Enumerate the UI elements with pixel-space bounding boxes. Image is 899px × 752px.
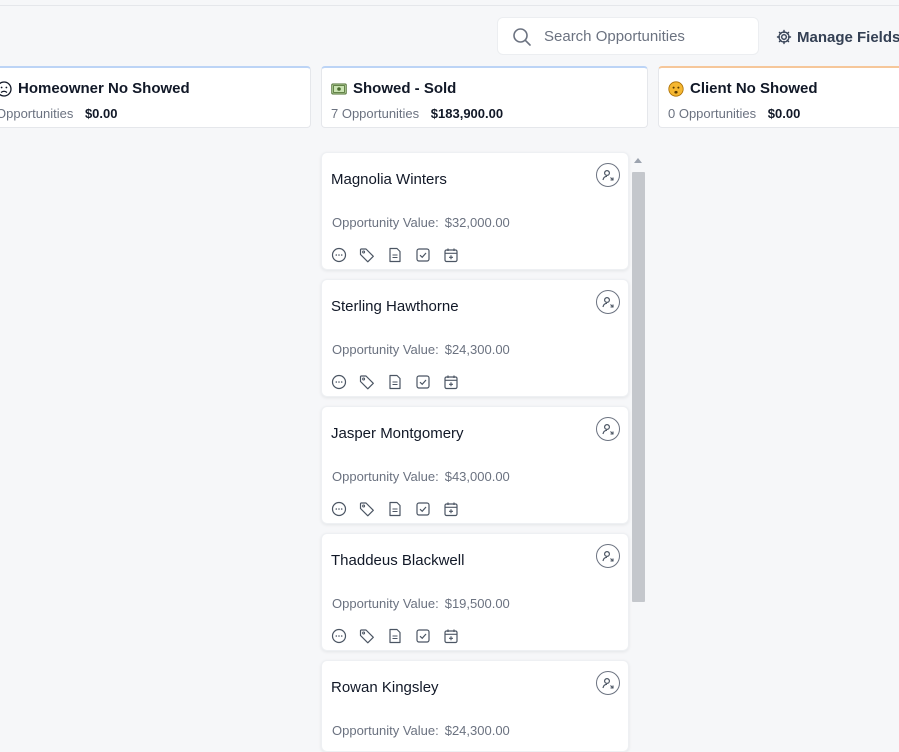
- card-actions: [331, 374, 459, 390]
- opportunity-value: Opportunity Value: $32,000.00: [332, 215, 510, 230]
- tag-icon[interactable]: [359, 501, 375, 517]
- opportunity-value-amount: $43,000.00: [444, 469, 510, 484]
- opportunity-value-label: Opportunity Value:: [332, 596, 439, 611]
- manage-fields-label: Manage Fields: [797, 28, 899, 46]
- top-divider: [0, 5, 899, 6]
- scroll-up-arrow-icon[interactable]: [634, 158, 642, 163]
- opportunity-card[interactable]: Rowan Kingsley Opportunity Value: $24,300…: [321, 660, 629, 752]
- opportunity-value: Opportunity Value: $24,300.00: [332, 723, 510, 738]
- opportunity-name[interactable]: Rowan Kingsley: [331, 679, 439, 696]
- note-icon[interactable]: [387, 501, 403, 517]
- task-icon[interactable]: [415, 247, 431, 263]
- opportunity-card[interactable]: Magnolia Winters Opportunity Value: $32,0…: [321, 152, 629, 270]
- column-total: $183,900.00: [430, 106, 504, 121]
- column-total: $0.00: [84, 106, 118, 121]
- task-icon[interactable]: [415, 374, 431, 390]
- opportunity-value: Opportunity Value: $24,300.00: [332, 342, 510, 357]
- sad-face-icon: [0, 80, 12, 97]
- scrollbar-thumb[interactable]: [632, 172, 645, 602]
- opportunity-name[interactable]: Jasper Montgomery: [331, 425, 464, 442]
- chat-icon[interactable]: [331, 374, 347, 390]
- column-title: Showed - Sold: [353, 80, 457, 97]
- tag-icon[interactable]: [359, 247, 375, 263]
- opportunity-value-label: Opportunity Value:: [332, 723, 439, 738]
- opportunity-count: 0 Opportunities: [668, 106, 757, 121]
- assign-user-button[interactable]: [596, 544, 620, 568]
- card-list-scrollbar[interactable]: [631, 156, 646, 752]
- column-header-client-no-showed: Client No Showed 0 Opportunities $0.00: [658, 66, 899, 128]
- search-icon: [513, 28, 531, 46]
- note-icon[interactable]: [387, 628, 403, 644]
- calendar-icon[interactable]: [443, 374, 459, 390]
- column-title: Homeowner No Showed: [18, 80, 190, 97]
- assign-user-button[interactable]: [596, 290, 620, 314]
- assign-user-button[interactable]: [596, 671, 620, 695]
- note-icon[interactable]: [387, 374, 403, 390]
- column-header-homeowner-no-showed: Homeowner No Showed Opportunities $0.00: [0, 66, 311, 128]
- opportunity-name[interactable]: Thaddeus Blackwell: [331, 552, 464, 569]
- opportunity-value-amount: $24,300.00: [444, 342, 510, 357]
- opportunity-value-label: Opportunity Value:: [332, 215, 439, 230]
- opportunity-value-label: Opportunity Value:: [332, 342, 439, 357]
- assign-user-icon: [602, 550, 614, 562]
- opportunity-value-amount: $32,000.00: [444, 215, 510, 230]
- task-icon[interactable]: [415, 501, 431, 517]
- opportunity-card[interactable]: Thaddeus Blackwell Opportunity Value: $19…: [321, 533, 629, 651]
- chat-icon[interactable]: [331, 628, 347, 644]
- column-header-showed-sold: Showed - Sold 7 Opportunities $183,900.0…: [321, 66, 648, 128]
- worried-face-icon: [668, 80, 684, 97]
- card-actions: [331, 628, 459, 644]
- manage-fields-button[interactable]: Manage Fields: [776, 26, 899, 48]
- assign-user-icon: [602, 169, 614, 181]
- card-actions: [331, 247, 459, 263]
- chat-icon[interactable]: [331, 501, 347, 517]
- opportunity-value-label: Opportunity Value:: [332, 469, 439, 484]
- column-total: $0.00: [767, 106, 801, 121]
- assign-user-icon: [602, 677, 614, 689]
- card-actions: [331, 501, 459, 517]
- tag-icon[interactable]: [359, 374, 375, 390]
- assign-user-button[interactable]: [596, 417, 620, 441]
- opportunity-value-amount: $24,300.00: [444, 723, 510, 738]
- opportunity-card[interactable]: Sterling Hawthorne Opportunity Value: $24…: [321, 279, 629, 397]
- opportunity-count: 7 Opportunities: [331, 106, 420, 121]
- calendar-icon[interactable]: [443, 501, 459, 517]
- opportunity-count: Opportunities: [0, 106, 74, 121]
- opportunity-value-amount: $19,500.00: [444, 596, 510, 611]
- search-box[interactable]: [497, 17, 759, 55]
- assign-user-icon: [602, 296, 614, 308]
- opportunity-name[interactable]: Sterling Hawthorne: [331, 298, 459, 315]
- assign-user-button[interactable]: [596, 163, 620, 187]
- assign-user-icon: [602, 423, 614, 435]
- column-title: Client No Showed: [690, 80, 818, 97]
- opportunity-value: Opportunity Value: $43,000.00: [332, 469, 510, 484]
- gear-icon: [776, 29, 792, 45]
- search-input[interactable]: [544, 26, 750, 46]
- tag-icon[interactable]: [359, 628, 375, 644]
- calendar-icon[interactable]: [443, 628, 459, 644]
- opportunity-name[interactable]: Magnolia Winters: [331, 171, 447, 188]
- calendar-icon[interactable]: [443, 247, 459, 263]
- task-icon[interactable]: [415, 628, 431, 644]
- opportunity-value: Opportunity Value: $19,500.00: [332, 596, 510, 611]
- chat-icon[interactable]: [331, 247, 347, 263]
- money-icon: [331, 83, 347, 94]
- opportunity-card[interactable]: Jasper Montgomery Opportunity Value: $43,…: [321, 406, 629, 524]
- note-icon[interactable]: [387, 247, 403, 263]
